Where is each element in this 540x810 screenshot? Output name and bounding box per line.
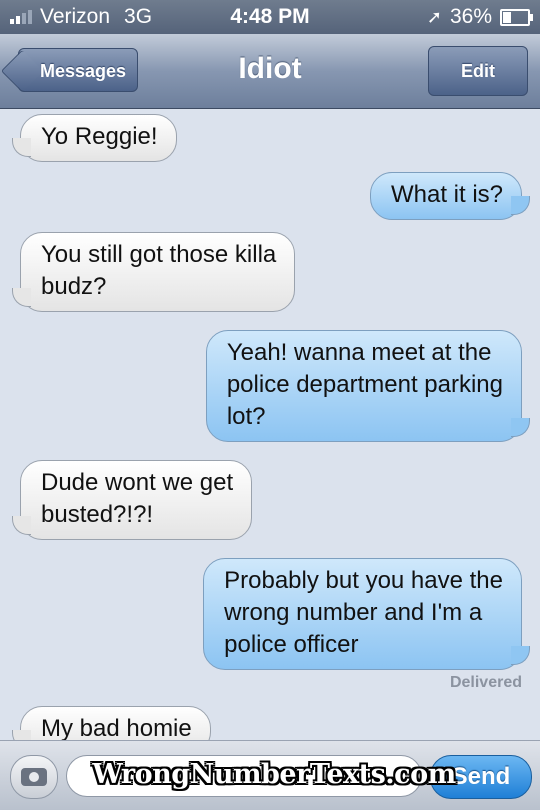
message-input-bar: Send WrongNumberTexts.com bbox=[0, 740, 540, 810]
delivered-status: Delivered bbox=[449, 674, 522, 691]
location-arrow-icon: ➚ bbox=[426, 6, 442, 27]
message-bubble-outgoing[interactable]: Yeah! wanna meet at the police departmen… bbox=[205, 330, 531, 442]
message-bubble-incoming[interactable]: You still got those killa budz? bbox=[11, 232, 296, 312]
battery-icon bbox=[500, 8, 533, 26]
message-bubble-incoming[interactable]: Yo Reggie! bbox=[12, 114, 177, 162]
message-bubble-incoming[interactable]: Dude wont we get busted?!?! bbox=[11, 460, 253, 540]
battery-percent: 36% bbox=[449, 5, 492, 28]
message-bubble-incoming[interactable]: My bad homie bbox=[12, 706, 211, 740]
navigation-bar: Messages Idiot Edit bbox=[0, 34, 540, 109]
status-bar: Verizon 3G 4:48 PM ➚ 36% bbox=[0, 0, 540, 34]
watermark-text: WrongNumberTexts.com bbox=[92, 759, 456, 790]
message-bubble-outgoing[interactable]: Probably but you have the wrong number a… bbox=[203, 558, 530, 670]
camera-button[interactable] bbox=[10, 755, 58, 799]
message-thread[interactable]: Yo Reggie! What it is? You still got tho… bbox=[0, 108, 540, 740]
message-bubble-outgoing[interactable]: What it is? bbox=[369, 172, 531, 220]
edit-button[interactable]: Edit bbox=[428, 46, 528, 96]
